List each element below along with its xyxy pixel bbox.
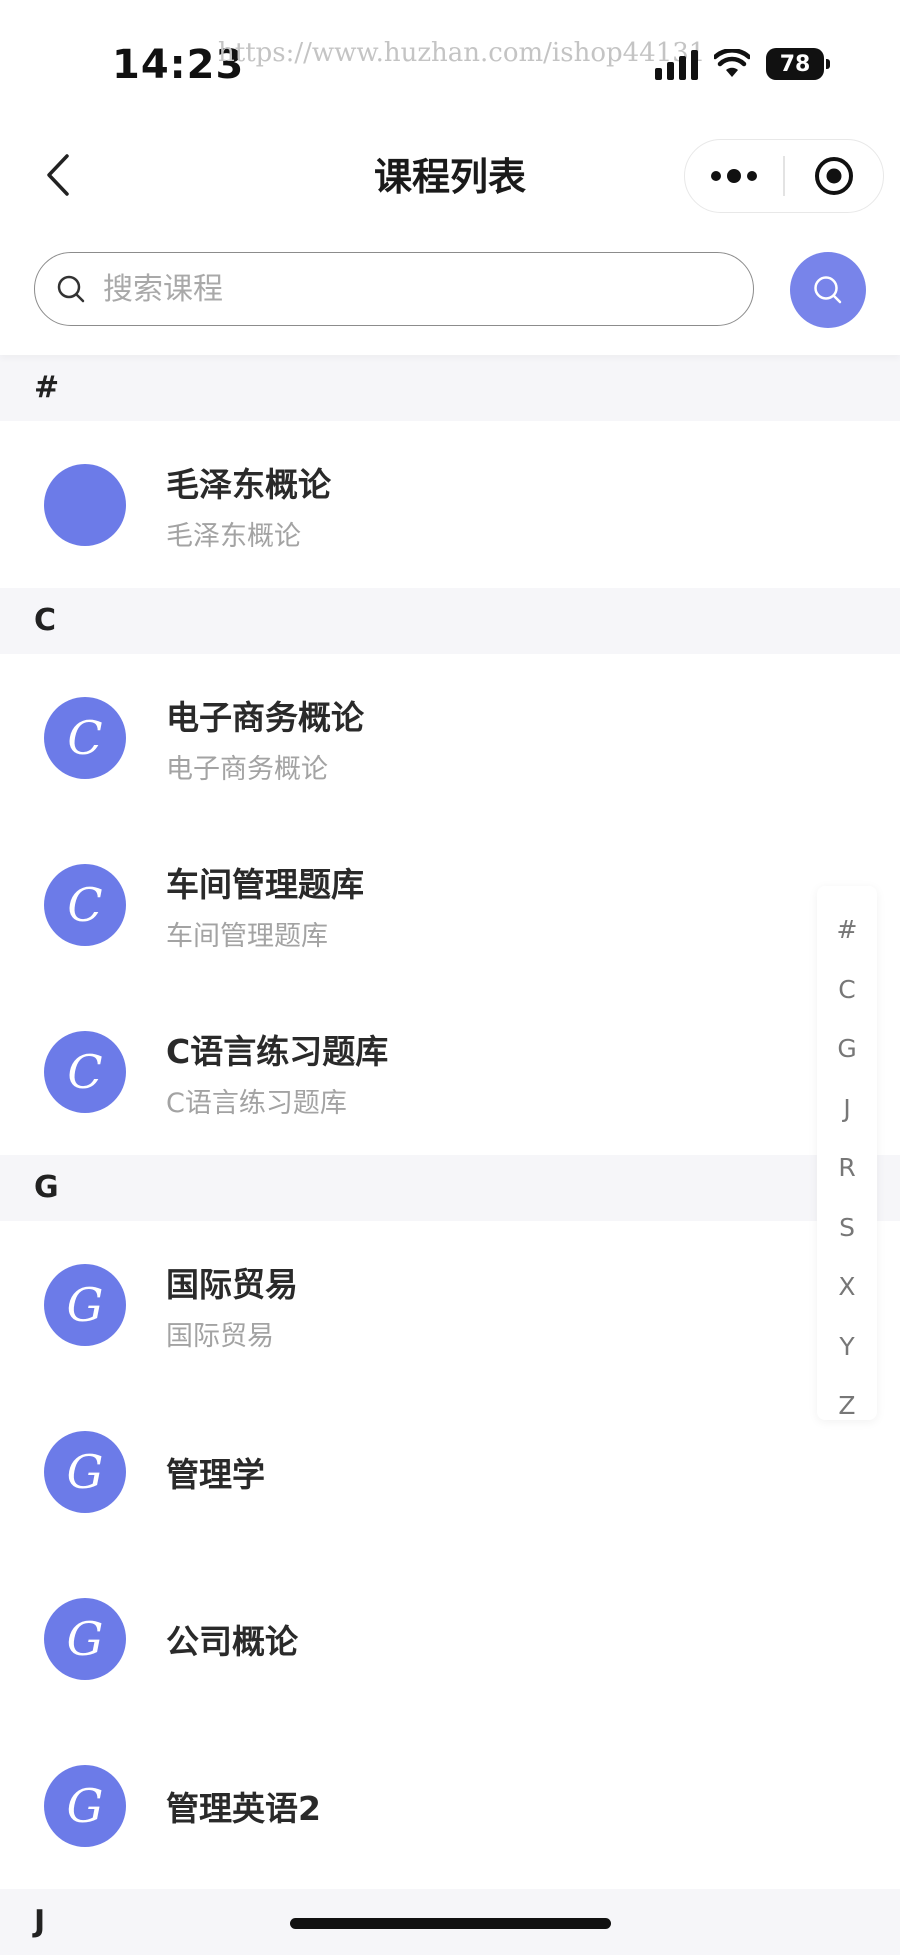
section-header: # <box>0 355 900 421</box>
wifi-icon <box>714 49 750 77</box>
list-item[interactable]: 毛泽东概论 毛泽东概论 <box>0 421 900 588</box>
list-item[interactable]: G 管理学 <box>0 1388 900 1555</box>
search-button[interactable] <box>790 252 866 328</box>
course-name: 公司概论 <box>166 1622 298 1661</box>
course-subtitle: 电子商务概论 <box>166 754 328 785</box>
section-header: C <box>0 588 900 654</box>
course-name: 管理英语2 <box>166 1789 321 1828</box>
index-letter-r[interactable]: R <box>838 1138 855 1198</box>
course-name: C语言练习题库 <box>166 1032 389 1071</box>
course-name: 管理学 <box>166 1455 265 1494</box>
course-subtitle: 毛泽东概论 <box>166 521 301 552</box>
course-subtitle: 国际贸易 <box>166 1321 274 1352</box>
index-letter-j[interactable]: J <box>843 1079 850 1139</box>
search-icon <box>814 276 842 304</box>
avatar: C <box>44 1031 126 1113</box>
target-circle-icon <box>814 157 853 195</box>
more-button[interactable] <box>685 140 783 212</box>
alphabet-index-bar: # C G J R S X Y Z <box>817 886 877 1420</box>
course-subtitle: 车间管理题库 <box>166 921 328 952</box>
course-list: # 毛泽东概论 毛泽东概论 C C 电子商务概论 电子商务概论 C 车间管理题库… <box>0 355 900 1955</box>
index-letter-c[interactable]: C <box>838 960 855 1020</box>
avatar: G <box>44 1431 126 1513</box>
avatar: G <box>44 1765 126 1847</box>
list-item[interactable]: G 公司概论 <box>0 1555 900 1722</box>
course-name: 毛泽东概论 <box>166 465 331 504</box>
section-header: G <box>0 1155 900 1221</box>
avatar: G <box>44 1598 126 1680</box>
back-button[interactable] <box>34 148 82 202</box>
avatar: C <box>44 697 126 779</box>
signal-icon <box>655 48 698 80</box>
index-letter-z[interactable]: Z <box>838 1376 855 1436</box>
course-subtitle: C语言练习题库 <box>166 1088 347 1119</box>
search-icon <box>53 271 89 307</box>
list-item[interactable]: G 管理英语2 <box>0 1722 900 1889</box>
watermark-text: https://www.huzhan.com/ishop44131 <box>218 38 706 68</box>
index-letter-g[interactable]: G <box>837 1019 856 1079</box>
index-letter-x[interactable]: X <box>838 1257 855 1317</box>
chevron-left-icon <box>47 154 69 196</box>
battery-icon: 78 <box>766 48 830 80</box>
search-area <box>0 230 900 355</box>
index-letter-s[interactable]: S <box>839 1198 855 1258</box>
nav-bar: 课程列表 <box>0 120 900 230</box>
course-name: 车间管理题库 <box>166 865 364 904</box>
list-item[interactable]: C 车间管理题库 车间管理题库 <box>0 821 900 988</box>
home-indicator <box>290 1918 611 1929</box>
index-letter-y[interactable]: Y <box>839 1317 854 1377</box>
avatar: G <box>44 1264 126 1346</box>
more-dots-icon <box>711 171 721 181</box>
index-letter-hash[interactable]: # <box>837 900 858 960</box>
course-name: 电子商务概论 <box>166 698 364 737</box>
search-input[interactable] <box>101 270 705 308</box>
search-box[interactable] <box>34 252 754 326</box>
avatar <box>44 464 126 546</box>
close-mini-program-button[interactable] <box>785 140 883 212</box>
status-icons: 78 <box>655 48 830 80</box>
mini-program-capsule <box>684 139 884 213</box>
list-item[interactable]: G 国际贸易 国际贸易 <box>0 1221 900 1388</box>
list-item[interactable]: C C语言练习题库 C语言练习题库 <box>0 988 900 1155</box>
status-bar: 14:23 https://www.huzhan.com/ishop44131 … <box>0 0 900 120</box>
course-name: 国际贸易 <box>166 1265 298 1304</box>
avatar: C <box>44 864 126 946</box>
list-item[interactable]: C 电子商务概论 电子商务概论 <box>0 654 900 821</box>
